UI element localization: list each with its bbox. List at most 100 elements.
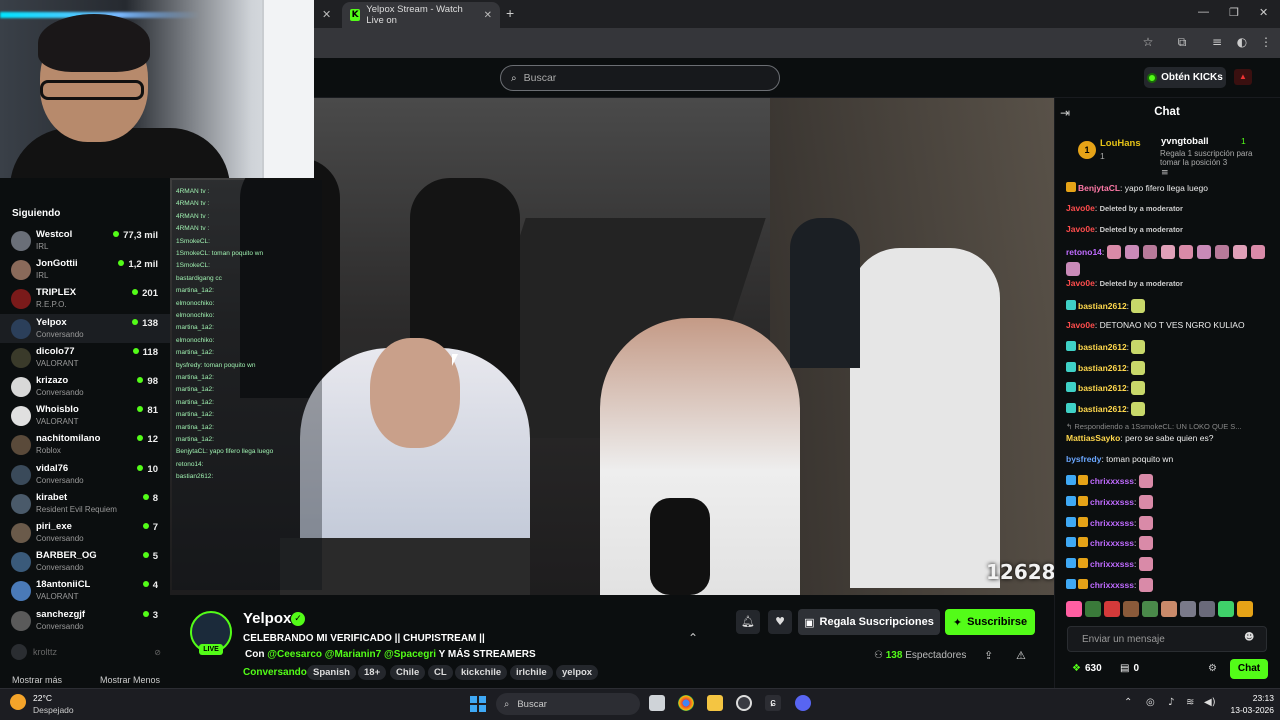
emote-icon[interactable] bbox=[1218, 601, 1234, 617]
volume-icon[interactable]: ◀) bbox=[1204, 697, 1216, 708]
chat-username[interactable]: bastian2612 bbox=[1078, 342, 1127, 352]
show-less-link[interactable]: Mostrar Menos bbox=[100, 675, 160, 685]
chat-username[interactable]: Javo0e bbox=[1066, 224, 1095, 234]
stream-tag[interactable]: 18+ bbox=[358, 665, 387, 680]
chat-message[interactable]: BenjytaCL: yapo fifero llega luego bbox=[1066, 182, 1272, 193]
chrome-icon[interactable] bbox=[678, 695, 694, 711]
chat-message[interactable]: Javo0e: Deleted by a moderator bbox=[1066, 278, 1272, 288]
sidebar-channel-item[interactable]: nachitomilano Roblox 12 bbox=[0, 430, 170, 459]
sidebar-channel-item[interactable]: 18antoniiCL VALORANT 4 bbox=[0, 576, 170, 605]
show-more-link[interactable]: Mostrar más bbox=[12, 675, 62, 685]
stream-tag[interactable]: Chile bbox=[390, 665, 426, 680]
stream-tag[interactable]: irlchile bbox=[510, 665, 553, 680]
sidebar-channel-item[interactable]: piri_exe Conversando 7 bbox=[0, 518, 170, 547]
chevron-up-icon[interactable]: ⌃ bbox=[688, 631, 698, 645]
close-window-button[interactable]: ✕ bbox=[1259, 6, 1268, 19]
stream-tag[interactable]: yelpox bbox=[556, 665, 599, 680]
chat-username[interactable]: bastian2612 bbox=[1078, 404, 1127, 414]
chat-message[interactable]: bastian2612: bbox=[1066, 340, 1272, 354]
sidebar-channel-item[interactable]: vidal76 Conversando 10 bbox=[0, 460, 170, 489]
chat-message[interactable]: chrixxxsss: bbox=[1066, 495, 1272, 509]
chat-message[interactable]: Javo0e: DETONAO NO T VES NGRO KULIAO bbox=[1066, 320, 1272, 330]
maximize-button[interactable]: ❐ bbox=[1229, 6, 1239, 19]
chat-username[interactable]: Javo0e bbox=[1066, 278, 1095, 288]
gift-subs-button[interactable]: ▣ Regala Suscripciones bbox=[798, 609, 940, 635]
emote-icon[interactable] bbox=[1161, 601, 1177, 617]
app-icon[interactable] bbox=[736, 695, 752, 711]
chat-message[interactable]: bastian2612: bbox=[1066, 361, 1272, 375]
chat-username[interactable]: chrixxxsss bbox=[1090, 476, 1134, 486]
bookmark-star-icon[interactable]: ☆ bbox=[1140, 35, 1156, 51]
chat-send-button[interactable]: Chat bbox=[1230, 659, 1268, 679]
chat-message[interactable]: bastian2612: bbox=[1066, 381, 1272, 395]
emote-icon[interactable] bbox=[1085, 601, 1101, 617]
new-tab-button[interactable]: + bbox=[506, 5, 514, 21]
chat-message[interactable]: bastian2612: bbox=[1066, 402, 1272, 416]
sidebar-channel-item[interactable]: JonGottii IRL 1,2 mil bbox=[0, 255, 170, 284]
chat-username[interactable]: chrixxxsss bbox=[1090, 518, 1134, 528]
user-avatar[interactable]: ▲ bbox=[1234, 69, 1252, 85]
chat-username[interactable]: chrixxxsss bbox=[1090, 580, 1134, 590]
browser-tab-active[interactable]: K Yelpox Stream - Watch Live on ✕ bbox=[342, 2, 500, 28]
clock-date[interactable]: 13-03-2026 bbox=[1226, 705, 1274, 715]
discord-icon[interactable] bbox=[795, 695, 811, 711]
emote-icon[interactable] bbox=[1142, 601, 1158, 617]
weather-sun-icon[interactable] bbox=[10, 694, 26, 710]
emoji-picker-icon[interactable]: ☻ bbox=[1244, 632, 1254, 643]
wifi-icon[interactable]: ≋ bbox=[1186, 697, 1194, 708]
notification-bell-button[interactable]: 🔔︎ bbox=[736, 610, 760, 634]
chat-message[interactable]: bastian2612: bbox=[1066, 299, 1272, 313]
clock-time[interactable]: 23:13 bbox=[1234, 693, 1274, 703]
chat-message[interactable]: chrixxxsss: bbox=[1066, 557, 1272, 571]
channel-points[interactable]: ❖ 630 bbox=[1072, 663, 1102, 674]
microphone-icon[interactable]: ♪ bbox=[1168, 697, 1174, 708]
sidebar-channel-item[interactable]: Yelpox Conversando 138 bbox=[0, 313, 170, 343]
leaderboard-first-name[interactable]: LouHans bbox=[1100, 138, 1141, 149]
chat-username[interactable]: bysfredy bbox=[1066, 454, 1101, 464]
sidebar-channel-item[interactable]: Whoisblo VALORANT 81 bbox=[0, 401, 170, 430]
capcut-icon[interactable]: ɕ bbox=[765, 695, 781, 711]
chat-settings-gear-icon[interactable]: ⚙ bbox=[1208, 663, 1217, 674]
minimize-button[interactable]: — bbox=[1198, 6, 1209, 18]
subscribe-button[interactable]: ✦ Suscribirse bbox=[945, 609, 1035, 635]
stream-tag[interactable]: Spanish bbox=[307, 665, 356, 680]
search-input[interactable]: ⌕ Buscar bbox=[500, 65, 780, 91]
taskbar-search[interactable]: ⌕ Buscar bbox=[496, 693, 640, 715]
chat-message[interactable]: retono14: bbox=[1066, 244, 1272, 278]
store-counter[interactable]: ▤ 0 bbox=[1120, 663, 1139, 674]
share-icon[interactable]: ⇪ bbox=[984, 649, 993, 662]
tray-chevron-icon[interactable]: ⌃ bbox=[1124, 697, 1132, 708]
emote-icon[interactable] bbox=[1104, 601, 1120, 617]
streamer-name[interactable]: Yelpox bbox=[243, 610, 291, 627]
task-view-icon[interactable] bbox=[649, 695, 665, 711]
chat-username[interactable]: Javo0e bbox=[1066, 320, 1095, 330]
chat-message[interactable]: Javo0e: Deleted by a moderator bbox=[1066, 224, 1272, 234]
extensions-icon[interactable]: ⧉ bbox=[1174, 35, 1190, 51]
chat-message[interactable]: bysfredy: toman poquito wn bbox=[1066, 454, 1272, 464]
chat-message-input[interactable]: Enviar un mensaje bbox=[1067, 626, 1267, 652]
collab-mentions[interactable]: @Ceesarco @Marianin7 @Spacegri bbox=[267, 649, 436, 660]
follow-heart-button[interactable]: ♥ bbox=[768, 610, 792, 634]
chat-username[interactable]: chrixxxsss bbox=[1090, 538, 1134, 548]
chat-username[interactable]: bastian2612 bbox=[1078, 363, 1127, 373]
emote-icon[interactable] bbox=[1066, 601, 1082, 617]
chat-username[interactable]: retono14 bbox=[1066, 247, 1102, 257]
sidebar-channel-item[interactable]: kirabet Resident Evil Requiem 8 bbox=[0, 489, 170, 518]
chat-message[interactable]: chrixxxsss: bbox=[1066, 536, 1272, 550]
sidebar-channel-item[interactable]: krizazo Conversando 98 bbox=[0, 372, 170, 401]
chat-message[interactable]: chrixxxsss: bbox=[1066, 474, 1272, 488]
offline-channel[interactable]: krolttz ⊘ bbox=[11, 644, 161, 660]
browser-menu-icon[interactable]: ⋮ bbox=[1258, 35, 1274, 51]
leaderboard-second-name[interactable]: yvngtoball bbox=[1161, 136, 1209, 147]
chat-message[interactable]: chrixxxsss: bbox=[1066, 516, 1272, 530]
file-explorer-icon[interactable] bbox=[707, 695, 723, 711]
stream-tag[interactable]: kickchile bbox=[455, 665, 508, 680]
chat-username[interactable]: chrixxxsss bbox=[1090, 497, 1134, 507]
profile-icon[interactable]: ◐ bbox=[1234, 35, 1250, 51]
get-kicks-button[interactable]: Obtén KICKs bbox=[1144, 67, 1226, 88]
sidebar-channel-item[interactable]: dicolo77 VALORANT 118 bbox=[0, 343, 170, 372]
weather-temperature[interactable]: 22°C bbox=[33, 693, 52, 703]
chat-username[interactable]: Javo0e bbox=[1066, 203, 1095, 213]
chat-message[interactable]: Javo0e: Deleted by a moderator bbox=[1066, 203, 1272, 213]
emote-strip[interactable] bbox=[1066, 601, 1272, 619]
